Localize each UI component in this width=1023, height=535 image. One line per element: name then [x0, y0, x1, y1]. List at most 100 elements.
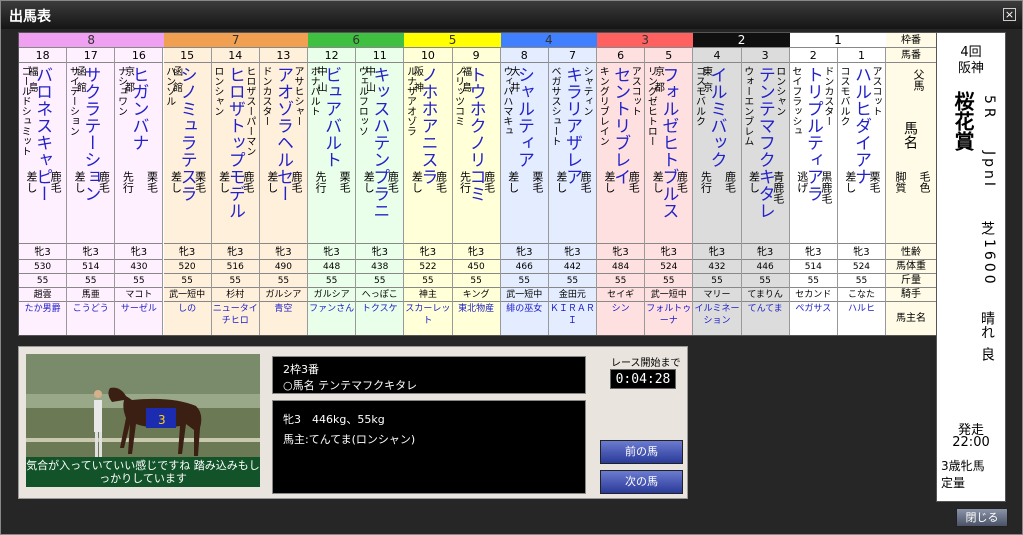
horse-style: 差し: [217, 171, 231, 193]
horse-body: 福島 ノリッツコミ トウホクノリコミ 先行 鹿毛: [452, 63, 500, 244]
horse-kinryo: 55: [597, 274, 645, 288]
horse-number: 14: [211, 48, 259, 63]
horse-sexage: 牝3: [67, 245, 115, 260]
horse-jockey: 神主: [404, 288, 452, 302]
prev-horse-button[interactable]: 前の馬: [600, 440, 683, 464]
horse-number: 16: [115, 48, 163, 63]
horse-body: 京都 ナシュワン ヒガンバナ 先行 栗毛: [115, 63, 163, 244]
horse-weight: 516: [211, 260, 259, 274]
horse-kinryo: 55: [452, 274, 500, 288]
horse-dam: ロンシャン: [773, 66, 785, 116]
close-icon[interactable]: ×: [1003, 8, 1016, 21]
venue: 阪神: [957, 61, 984, 76]
horse-sexage: 牝3: [693, 245, 741, 260]
horse-coat: 鹿毛: [386, 171, 400, 193]
label-waku: 枠番: [886, 33, 936, 48]
weather: 晴れ: [979, 311, 995, 339]
waku-header: 7: [163, 33, 308, 48]
race-timer: 0:04:28: [610, 369, 676, 389]
horse-owner: ペガサス: [795, 304, 832, 314]
horse-jockey: 武一短中: [500, 288, 548, 302]
horse-number: 1: [837, 48, 886, 63]
horse-column[interactable]: 5 京都 リングゼヒトロー フォルゼヒトブルス 差し 鹿毛 牝3 524 55 武一短中 フォルトゥ…: [645, 33, 694, 335]
horse-name: ノホホアニスラ: [417, 66, 438, 185]
selected-name: ○馬名 テンテマフクキタレ: [283, 379, 418, 392]
horse-column[interactable]: 1 コスモバルク ハルヒダイアナ アスコット 差し 栗毛 牝3 524 55 こなた ハルヒ: [837, 33, 887, 335]
horse-body: ベガサスシュート キラリアザレア シャティン 差し 鹿毛: [548, 63, 597, 244]
horse-body: ロンシャン ヒロザトップモデル ヒロザスーパーマン 差し 鹿毛: [211, 63, 259, 244]
horse-column[interactable]: 12 中山 ボナパルト ビュアバルト 先行 栗毛 牝3 448 55 ガルシア ファンさん: [308, 33, 357, 335]
horse-style: 差し: [169, 171, 183, 193]
horse-coat: 鹿毛: [627, 171, 641, 193]
horse-column[interactable]: 9 福島 ノリッツコミ トウホクノリコミ 先行 鹿毛 牝3 450 55 キング 東北物産: [452, 33, 501, 335]
race-card-table: 18 福島 ゴールドシュミット バロネスキャピー 差し 鹿毛 牝3 530 55 趙雲 たか男爵 17…: [18, 32, 936, 336]
horse-number: 18: [19, 48, 67, 63]
timer-label: レース開始まで: [611, 358, 681, 369]
race-name: 桜花賞: [951, 91, 975, 151]
horse-kinryo: 55: [308, 274, 356, 288]
horse-column[interactable]: 18 福島 ゴールドシュミット バロネスキャピー 差し 鹿毛 牝3 530 55 趙雲 たか男爵: [19, 33, 68, 335]
horse-sexage: 牝3: [741, 245, 789, 260]
horse-weight: 524: [645, 260, 693, 274]
horse-number: 13: [259, 48, 307, 63]
horse-jockey: セカンド: [789, 288, 837, 302]
horse-coat: 鹿毛: [482, 171, 496, 193]
horse-sexage: 牝3: [308, 245, 356, 260]
label-owner: 馬主名: [896, 313, 926, 324]
horse-column[interactable]: 16 京都 ナシュワン ヒガンバナ 先行 栗毛 牝3 430 55 マコト サーゼル: [115, 33, 164, 335]
horse-kinryo: 55: [163, 274, 211, 288]
horse-column[interactable]: 15 函館 ハンソル シノミュラテスラ 差し 栗毛 牝3 520 55 武一短中 しの: [163, 33, 212, 335]
horse-column[interactable]: 2 セイフラッシュ トリプルティアラ ドンカスター 逃げ 黒鹿毛 牝3 514 55 セカンド ペガ…: [789, 33, 838, 335]
horse-jockey: 杉村: [211, 288, 259, 302]
label-coat: 毛色: [918, 171, 931, 193]
horse-weight: 520: [163, 260, 211, 274]
horse-style: 差し: [25, 171, 38, 193]
horse-number: 7: [548, 48, 597, 63]
horse-column[interactable]: 17 函館 サイテーション サクラテーション 差し 鹿毛 牝3 514 55 馬亜 こうどう: [67, 33, 116, 335]
horse-column[interactable]: 13 ドンカスター アオゾラヘルセー アサヒシャー 差し 鹿毛 牝3 490 55 ガルシア 青空: [259, 33, 308, 335]
horse-column[interactable]: 7 ベガサスシュート キラリアザレア シャティン 差し 鹿毛 牝3 442 55 金田元 ＫＩＲＡＲ…: [548, 33, 598, 335]
horse-column[interactable]: 11 中山 ヴェルフロッソ キッスハテンプラニ 差し 鹿毛 牝3 438 55 へっぽこ トクスケ: [356, 33, 405, 335]
horse-kinryo: 55: [67, 274, 115, 288]
horse-column[interactable]: 3 ウォーエンブレム テンテマフクキタレ ロンシャン 差し 青鹿毛 牝3 446 55 てまりんて…: [741, 33, 790, 335]
horse-coat: 鹿毛: [49, 171, 63, 193]
label-jockey: 騎手: [886, 288, 936, 302]
horse-weight: 442: [548, 260, 597, 274]
selected-stats: 牝3 446kg、55kg: [283, 413, 385, 426]
next-horse-button[interactable]: 次の馬: [600, 470, 683, 494]
horse-weight: 484: [597, 260, 645, 274]
horse-body: 東京 コスモバルク イルミバック 先行 鹿毛: [693, 63, 741, 244]
horse-name: イルミバック: [706, 66, 727, 168]
horse-jockey: 武一短中: [645, 288, 693, 302]
label-kinryo: 斤量: [886, 274, 936, 288]
going: 良: [979, 347, 995, 361]
horse-weight: 466: [500, 260, 548, 274]
horse-column[interactable]: 6 キングリブレイン セントリブレイ アスコット 差し 鹿毛 牝3 484 55 セイギ シン: [597, 33, 646, 335]
horse-column[interactable]: 10 阪神 ルナサアオゾラ ノホホアニスラ 差し 鹿毛 牝3 522 55 神主 スカーレット: [404, 33, 453, 335]
horse-style: 差し: [410, 171, 424, 193]
selected-owner: 馬主:てんてま(ロンシャン): [283, 433, 416, 446]
horse-coat: 栗毛: [530, 171, 544, 193]
horse-number: 5: [645, 48, 693, 63]
horse-coat: 鹿毛: [723, 171, 737, 193]
label-sexage: 性齢: [886, 245, 936, 260]
horse-jockey: ガルシア: [308, 288, 356, 302]
horse-column[interactable]: 14 ロンシャン ヒロザトップモデル ヒロザスーパーマン 差し 鹿毛 牝3 516 55 杉村 ニュ…: [211, 33, 260, 335]
horse-style: 差し: [554, 171, 568, 193]
horse-column[interactable]: 4 東京 コスモバルク イルミバック 先行 鹿毛 牝3 432 55 マリー イルミネーション: [693, 33, 742, 335]
horse-coat: 青鹿毛: [771, 171, 785, 204]
horse-jockey: 金田元: [548, 288, 597, 302]
selected-horse-header: 2枠3番 ○馬名 テンテマフクキタレ: [272, 356, 586, 394]
horse-jockey: セイギ: [597, 288, 645, 302]
close-button[interactable]: 閉じる: [956, 508, 1008, 527]
horse-dam: アスコット: [870, 66, 882, 116]
horse-owner: サーゼル: [120, 304, 157, 314]
horse-sexage: 牝3: [597, 245, 645, 260]
horse-style: 差し: [603, 171, 617, 193]
horse-sexage: 牝3: [404, 245, 452, 260]
horse-kinryo: 55: [837, 274, 886, 288]
label-umaban: 馬番: [886, 48, 936, 63]
race-number: 5R: [981, 95, 997, 122]
horse-coat: 鹿毛: [675, 171, 689, 193]
horse-column[interactable]: 8 大井 ウィバハマキュ シャルティア 差し 栗毛 牝3 466 55 武一短中 緋の巫女: [500, 33, 549, 335]
